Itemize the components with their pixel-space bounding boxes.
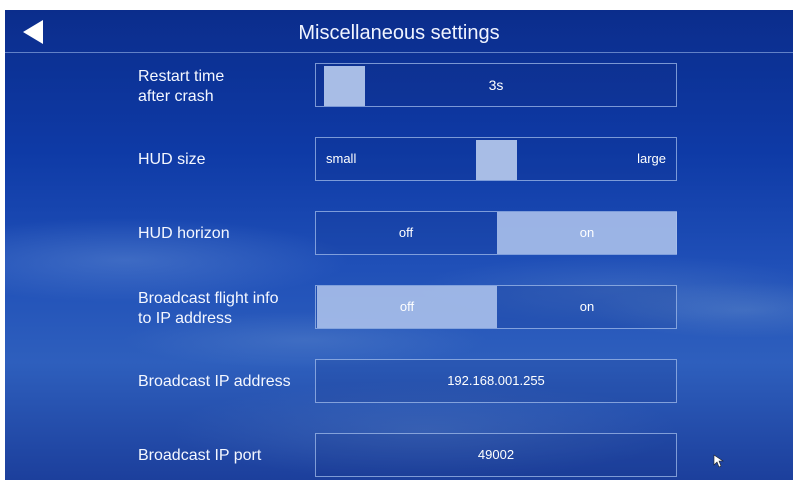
broadcast-ip-address-label: Broadcast IP address xyxy=(138,373,291,390)
broadcast-flight-info-label: Broadcast flight info to IP address xyxy=(138,290,279,327)
hud-horizon-label: HUD horizon xyxy=(138,225,230,242)
mouse-cursor-icon xyxy=(713,454,724,468)
settings-screen: Miscellaneous settings Restart time afte… xyxy=(5,10,793,480)
hud-horizon-off-option[interactable]: off xyxy=(316,212,496,254)
restart-time-value: 3s xyxy=(488,77,504,93)
restart-time-slider[interactable]: 3s xyxy=(315,63,677,107)
hud-size-label: HUD size xyxy=(138,151,206,168)
hud-horizon-on-option[interactable]: on xyxy=(497,212,677,254)
broadcast-ip-port-field[interactable]: 49002 xyxy=(315,433,677,477)
hud-size-slider[interactable]: small large xyxy=(315,137,677,181)
hud-size-max-label: large xyxy=(637,151,666,166)
broadcast-ip-address-field[interactable]: 192.168.001.255 xyxy=(315,359,677,403)
hud-horizon-toggle: off on xyxy=(315,211,677,255)
page-title: Miscellaneous settings xyxy=(298,22,500,44)
broadcast-ip-port-label: Broadcast IP port xyxy=(138,447,262,464)
hud-size-min-label: small xyxy=(326,151,357,166)
hud-size-slider-knob[interactable] xyxy=(476,140,517,180)
broadcast-ip-address-value: 192.168.001.255 xyxy=(447,373,545,388)
broadcast-ip-port-value: 49002 xyxy=(477,447,515,462)
broadcast-flight-info-toggle: off on xyxy=(315,285,677,329)
broadcast-flight-info-on-option[interactable]: on xyxy=(497,286,677,328)
top-bar: Miscellaneous settings xyxy=(5,10,793,53)
restart-time-label: Restart time after crash xyxy=(138,68,225,105)
broadcast-flight-info-off-option[interactable]: off xyxy=(317,286,497,328)
